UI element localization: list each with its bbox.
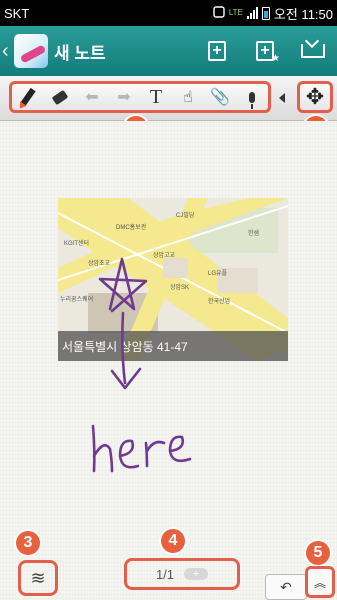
page-indicator[interactable]: 1/1 + xyxy=(124,558,240,590)
callout-5: 5 xyxy=(306,541,330,565)
page-title: 새 노트 xyxy=(54,43,106,63)
save-tray-icon xyxy=(301,44,325,58)
clock: 오전 11:50 xyxy=(273,6,333,22)
pen-tool-button[interactable] xyxy=(15,84,41,110)
voice-tool-button[interactable] xyxy=(239,84,265,110)
select-tool-button[interactable]: ☝ xyxy=(175,84,201,110)
undo-icon: ↶ xyxy=(280,578,292,595)
text-tool-button[interactable]: T xyxy=(143,84,169,110)
action-bar: ‹ 새 노트 + + ★ xyxy=(0,26,337,76)
star-icon: ★ xyxy=(271,53,280,64)
undo-arrow-icon: ⬅ xyxy=(85,89,99,106)
callout-3: 3 xyxy=(16,531,40,555)
save-button[interactable] xyxy=(289,26,337,76)
tool-group-highlight: ⬅ ➡ T ☝ 📎 xyxy=(9,81,271,113)
add-to-favorites-button[interactable]: + ★ xyxy=(241,26,289,76)
sim-icon xyxy=(213,5,225,21)
move-icon: ✥ xyxy=(305,84,325,109)
paperclip-icon: 📎 xyxy=(210,89,230,106)
edit-toolbar: ⬅ ➡ T ☝ 📎 ✥ xyxy=(0,76,337,121)
carrier-label: SKT xyxy=(4,5,30,21)
pen-icon xyxy=(20,87,36,107)
microphone-icon xyxy=(249,91,255,109)
snote-app-icon[interactable] xyxy=(14,34,48,68)
battery-icon xyxy=(261,6,270,20)
callout-4: 4 xyxy=(161,529,185,553)
redo-tool-button[interactable]: ➡ xyxy=(111,84,137,110)
back-chevron-icon[interactable]: ‹ xyxy=(2,41,12,61)
eraser-tool-button[interactable] xyxy=(47,84,73,110)
undo-tool-button[interactable]: ⬅ xyxy=(79,84,105,110)
layers-icon: ≋ xyxy=(30,567,46,588)
collapse-toolbar-icon[interactable] xyxy=(279,93,285,103)
double-chevron-up-icon: ︽ xyxy=(313,575,326,590)
add-page-small-button[interactable]: + xyxy=(184,568,209,580)
add-page-button[interactable]: + xyxy=(193,26,241,76)
handwriting-ink xyxy=(91,257,192,473)
eraser-icon xyxy=(51,89,69,105)
move-toolbar-button[interactable]: ✥ xyxy=(297,81,333,113)
expand-toolbar-button[interactable]: ︽ xyxy=(305,566,335,598)
redo-arrow-icon: ➡ xyxy=(117,89,131,106)
layers-button[interactable]: ≋ xyxy=(18,560,58,596)
page-count: 1/1 xyxy=(155,566,175,582)
undo-button[interactable]: ↶ xyxy=(265,574,307,600)
hand-pointer-icon: ☝ xyxy=(183,89,193,106)
text-icon: T xyxy=(149,85,163,108)
status-bar: SKT LTE 오전 11:50 xyxy=(0,0,337,26)
note-canvas[interactable]: DMC홍보관 KGIT센터 상암초교 LG유플 누리꿈스퀘어 한국산업 CJ빌딩… xyxy=(0,121,337,599)
status-icons: LTE 오전 11:50 xyxy=(213,4,333,23)
signal-icon xyxy=(246,7,258,19)
attach-tool-button[interactable]: 📎 xyxy=(207,84,233,110)
add-favorite-icon: + ★ xyxy=(256,41,280,64)
network-type: LTE xyxy=(228,8,243,17)
add-page-icon: + xyxy=(208,41,226,61)
